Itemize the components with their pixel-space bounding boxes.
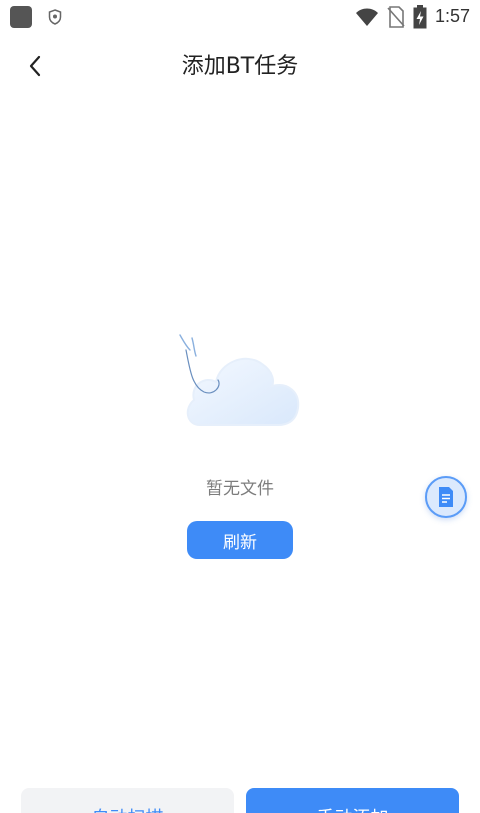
empty-message: 暂无文件 bbox=[206, 479, 274, 499]
back-button[interactable] bbox=[18, 49, 52, 83]
status-time: 1:57 bbox=[434, 6, 470, 26]
wifi-icon bbox=[355, 8, 378, 26]
auto-scan-button[interactable]: 自动扫描 bbox=[21, 788, 234, 813]
chevron-left-icon bbox=[29, 55, 41, 77]
no-sim-icon bbox=[387, 5, 405, 28]
page-title: 添加BT任务 bbox=[181, 54, 299, 79]
refresh-button[interactable]: 刷新 bbox=[187, 521, 293, 559]
cloud-icon bbox=[179, 334, 300, 426]
document-icon bbox=[439, 487, 453, 507]
battery-charging-icon bbox=[413, 4, 427, 28]
shield-icon bbox=[48, 8, 62, 25]
status-bar: 1:57 bbox=[0, 0, 480, 33]
floating-document-button[interactable] bbox=[425, 476, 467, 518]
app-icon bbox=[10, 5, 32, 28]
bottom-action-bar: 自动扫描 手动添加 bbox=[0, 786, 480, 813]
manual-add-button[interactable]: 手动添加 bbox=[246, 788, 459, 813]
app-header: 添加BT任务 bbox=[0, 33, 480, 95]
